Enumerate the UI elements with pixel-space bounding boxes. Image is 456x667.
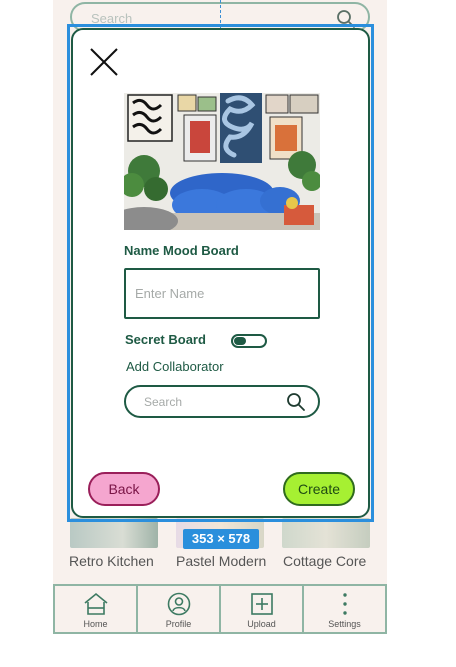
screen: Search Retro Kitchen Pastel Modern Cotta… — [0, 0, 456, 667]
search-icon[interactable] — [286, 392, 306, 412]
living-room-illustration — [124, 93, 320, 230]
close-icon[interactable] — [88, 46, 120, 78]
tab-profile[interactable]: Profile — [138, 586, 221, 632]
board-thumbnail-cottage-core[interactable] — [282, 518, 370, 548]
tab-label: Settings — [328, 619, 361, 629]
create-button[interactable]: Create — [283, 472, 355, 506]
selection-size-badge: 353 × 578 — [183, 529, 259, 549]
toggle-knob — [234, 337, 246, 345]
mood-board-image — [124, 93, 320, 230]
bottom-tab-bar: Home Profile Upload Settings — [53, 584, 387, 634]
tab-label: Home — [83, 619, 108, 629]
tab-label: Profile — [165, 619, 192, 629]
tab-settings[interactable]: Settings — [304, 586, 385, 632]
board-caption: Retro Kitchen — [69, 553, 154, 569]
more-vertical-icon — [342, 593, 347, 615]
board-thumbnail-retro-kitchen[interactable] — [70, 518, 158, 548]
secret-board-label: Secret Board — [125, 332, 206, 347]
create-mood-board-modal: Name Mood Board Secret Board Add Collabo… — [71, 28, 370, 518]
collaborator-search-input[interactable] — [144, 393, 274, 411]
board-name-input[interactable] — [124, 268, 320, 319]
board-caption: Cottage Core — [283, 553, 367, 569]
back-button[interactable]: Back — [88, 472, 160, 506]
tab-upload[interactable]: Upload — [221, 586, 304, 632]
tab-home[interactable]: Home — [55, 586, 138, 632]
tab-label: Upload — [247, 619, 276, 629]
secret-board-toggle[interactable] — [231, 334, 267, 348]
upload-icon — [250, 593, 273, 615]
profile-icon — [167, 592, 190, 616]
name-mood-board-label: Name Mood Board — [124, 243, 239, 258]
collaborator-search-bar — [124, 385, 320, 418]
add-collaborator-label: Add Collaborator — [126, 359, 224, 374]
board-caption: Pastel Modern — [176, 553, 267, 569]
home-icon — [83, 592, 108, 615]
